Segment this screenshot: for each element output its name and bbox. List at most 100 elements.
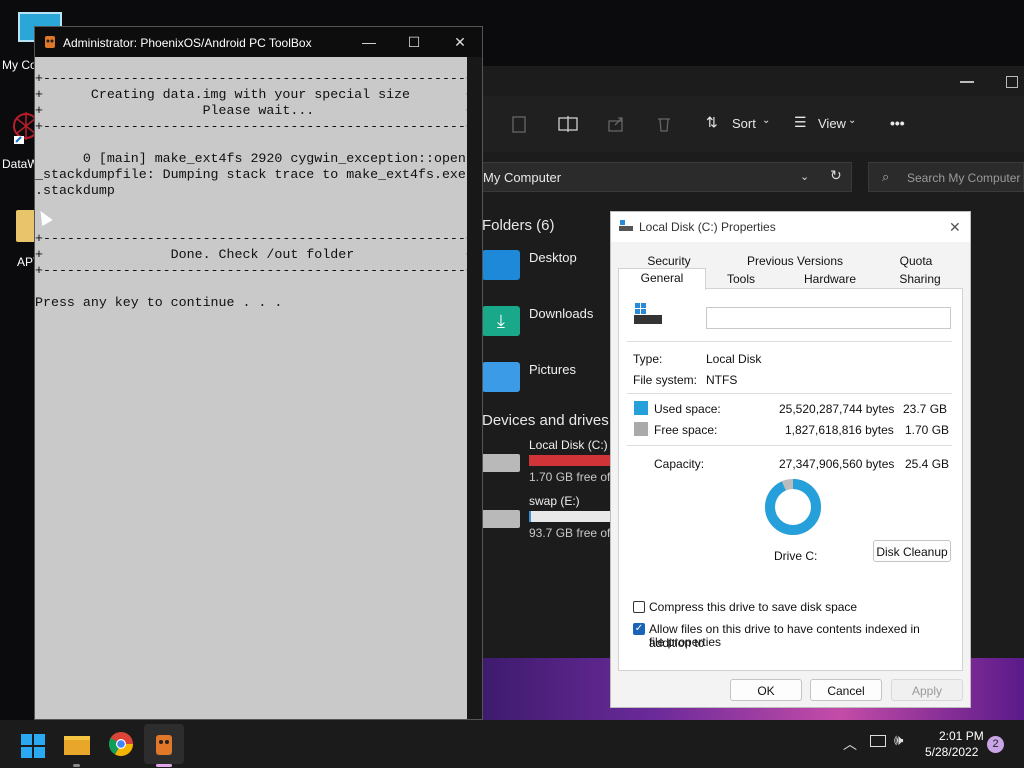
taskbar: ︿ 🕪 2:01 PM 5/28/2022 2 xyxy=(0,720,1024,768)
drive-icon xyxy=(634,303,662,324)
drive-small-icon xyxy=(619,220,633,231)
drive-swap-e[interactable]: swap (E:) 93.7 GB free of 9 xyxy=(480,494,620,548)
file-system-value: NTFS xyxy=(706,373,738,387)
capacity-label: Capacity: xyxy=(654,457,705,471)
maximize-button[interactable] xyxy=(1006,76,1018,88)
free-space-label: Free space: xyxy=(654,423,718,437)
used-space-gb: 23.7 GB xyxy=(903,402,948,416)
divider xyxy=(627,445,952,446)
compress-label: Compress this drive to save disk space xyxy=(649,600,858,614)
view-icon: ☰ xyxy=(794,114,807,130)
clock-date[interactable]: 5/28/2022 xyxy=(925,745,978,759)
volume-icon[interactable]: 🕪 xyxy=(894,732,903,749)
toolbox-icon xyxy=(45,36,55,48)
start-icon[interactable] xyxy=(19,730,47,758)
running-indicator xyxy=(156,764,172,767)
rename-icon[interactable] xyxy=(558,115,578,133)
folder-desktop[interactable]: Desktop xyxy=(482,248,612,288)
capacity-bytes: 27,347,906,560 bytes xyxy=(779,457,895,471)
address-dropdown-icon[interactable]: ⌄ xyxy=(800,170,809,183)
tab-sharing[interactable]: Sharing xyxy=(883,270,957,288)
hard-drive-icon xyxy=(482,510,520,528)
free-space-swatch xyxy=(634,422,648,436)
index-label-line2: file properties xyxy=(649,635,722,649)
desktop-folder-icon xyxy=(482,250,520,280)
drive-label: swap (E:) xyxy=(529,494,580,508)
chevron-up-icon[interactable]: ︿ xyxy=(843,734,857,754)
clock-time[interactable]: 2:01 PM xyxy=(939,729,984,743)
folder-pictures[interactable]: Pictures xyxy=(482,360,612,400)
network-icon[interactable] xyxy=(870,735,886,747)
drive-local-disk-c[interactable]: Local Disk (C:) 1.70 GB free of 2 xyxy=(480,438,620,492)
folder-label: Pictures xyxy=(529,362,576,377)
explorer-toolbar: ⇅ Sort ⌄ ☰ View ⌄ ••• xyxy=(470,96,1024,152)
drive-letter-label: Drive C: xyxy=(774,549,818,563)
console-output[interactable]: +---------------------------------------… xyxy=(35,57,467,719)
paste-icon[interactable] xyxy=(510,115,528,133)
ok-button[interactable]: OK xyxy=(730,679,802,701)
chevron-down-icon: ⌄ xyxy=(762,115,771,126)
drive-free-text: 1.70 GB free of 2 xyxy=(529,470,621,484)
disk-properties-dialog: Local Disk (C:) Properties ✕ Security Pr… xyxy=(610,211,971,708)
file-explorer-icon[interactable] xyxy=(63,730,91,758)
drive-usage-bar xyxy=(529,455,619,466)
console-scrollbar[interactable] xyxy=(467,57,482,719)
tab-hardware[interactable]: Hardware xyxy=(777,270,883,288)
tab-general[interactable]: General xyxy=(618,268,706,290)
share-icon[interactable] xyxy=(607,115,625,133)
free-space-gb: 1.70 GB xyxy=(905,423,950,437)
cancel-button[interactable]: Cancel xyxy=(810,679,882,701)
refresh-button[interactable]: ↻ xyxy=(830,167,842,184)
folder-label: Downloads xyxy=(529,306,594,321)
folders-section-title: Folders (6) xyxy=(482,217,555,234)
pictures-folder-icon xyxy=(482,362,520,392)
folder-downloads[interactable]: ⤓ Downloads xyxy=(482,304,612,344)
chrome-icon[interactable] xyxy=(107,730,135,758)
address-bar[interactable]: My Computer xyxy=(476,162,852,192)
dialog-title: Local Disk (C:) Properties xyxy=(639,220,776,234)
capacity-gb: 25.4 GB xyxy=(905,457,950,471)
tab-tools[interactable]: Tools xyxy=(705,270,777,288)
console-title: Administrator: PhoenixOS/Android PC Tool… xyxy=(63,36,312,50)
close-button[interactable]: ✕ xyxy=(949,219,961,236)
free-space-bytes: 1,827,618,816 bytes xyxy=(785,423,894,437)
console-titlebar: Administrator: PhoenixOS/Android PC Tool… xyxy=(35,27,482,57)
sort-icon: ⇅ xyxy=(706,114,718,130)
disk-usage-donut xyxy=(765,479,821,535)
running-indicator xyxy=(73,764,80,767)
toolbox-icon[interactable] xyxy=(150,730,178,758)
close-button[interactable]: ✕ xyxy=(453,35,467,49)
more-options-button[interactable]: ••• xyxy=(890,115,905,131)
drive-name-input[interactable] xyxy=(706,307,951,329)
dialog-titlebar: Local Disk (C:) Properties ✕ xyxy=(611,212,970,242)
divider xyxy=(627,393,952,394)
minimize-button[interactable] xyxy=(960,81,974,83)
divider xyxy=(627,341,952,342)
type-label: Type: xyxy=(633,352,663,366)
explorer-titlebar xyxy=(470,66,1024,96)
view-button[interactable]: ☰ View ⌄ xyxy=(794,114,860,134)
type-value: Local Disk xyxy=(706,352,762,366)
search-icon: ⌕ xyxy=(882,169,890,184)
tab-quota[interactable]: Quota xyxy=(875,252,957,270)
used-space-bytes: 25,520,287,744 bytes xyxy=(779,402,895,416)
general-tab-panel: Type: Local Disk File system: NTFS Used … xyxy=(618,288,963,671)
compress-checkbox[interactable] xyxy=(633,601,645,613)
notification-badge[interactable]: 2 xyxy=(987,736,1004,753)
file-system-label: File system: xyxy=(633,373,698,387)
drive-usage-fill xyxy=(529,511,531,522)
drive-free-text: 93.7 GB free of 9 xyxy=(529,526,621,540)
sort-button[interactable]: ⇅ Sort ⌄ xyxy=(706,114,770,134)
disk-cleanup-button[interactable]: Disk Cleanup xyxy=(873,540,951,562)
folder-label: Desktop xyxy=(529,250,577,265)
apply-button[interactable]: Apply xyxy=(891,679,963,701)
search-input[interactable]: Search My Computer xyxy=(868,162,1024,192)
maximize-button[interactable]: ☐ xyxy=(407,35,421,49)
tab-previous-versions[interactable]: Previous Versions xyxy=(715,252,875,270)
donut-used-ring xyxy=(765,479,821,535)
minimize-button[interactable]: — xyxy=(362,35,376,49)
drive-usage-fill xyxy=(529,455,613,466)
devices-section-title: Devices and drives ( xyxy=(482,412,618,429)
delete-icon[interactable] xyxy=(655,115,673,133)
index-checkbox[interactable]: ✓ xyxy=(633,623,645,635)
